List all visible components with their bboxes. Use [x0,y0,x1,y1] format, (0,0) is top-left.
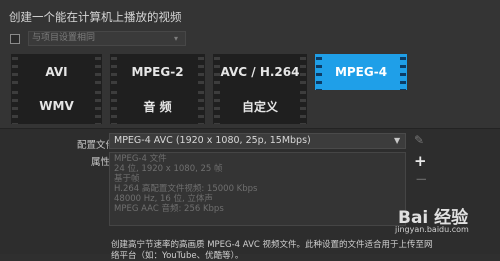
film-strip-icon [95,88,101,124]
format-button-audio[interactable]: 音 频 [110,88,205,124]
film-strip-icon [400,54,406,90]
chevron-down-icon: ▼ [394,136,401,145]
film-strip-icon [316,54,322,90]
attribute-line: MPEG AAC 音频: 256 Kbps [114,204,224,214]
film-strip-icon [111,88,117,124]
film-strip-icon [12,88,18,124]
page-title: 创建一个能在计算机上播放的视频 [9,10,182,24]
format-button-custom[interactable]: 自定义 [213,88,307,124]
film-strip-icon [214,88,220,124]
format-button-mpeg4[interactable]: MPEG-4 [315,54,407,90]
minus-icon[interactable]: − [415,170,428,188]
plus-icon[interactable]: + [414,152,427,170]
profile-value: MPEG-4 AVC (1920 x 1080, 25p, 15Mbps) [114,135,311,146]
format-button-wmv[interactable]: WMV [11,88,102,124]
film-strip-icon [198,88,204,124]
format-button-avi[interactable]: AVI [11,54,102,90]
film-strip-icon [214,54,220,90]
film-strip-icon [95,54,101,90]
chevron-down-icon: ▾ [174,34,179,43]
format-label: AVC / H.264 [220,65,300,79]
film-strip-icon [198,54,204,90]
film-strip-icon [300,54,306,90]
film-strip-icon [300,88,306,124]
format-label: MPEG-4 [334,65,388,79]
format-label: AVI [45,65,68,79]
format-label: 音 频 [143,99,172,114]
description-text: 络平台（如：YouTube、优酷等）。 [111,251,244,261]
format-button-mpeg2[interactable]: MPEG-2 [110,54,205,90]
same-as-project-label: 与项目设置相同 [32,33,96,43]
film-strip-icon [12,54,18,90]
format-label: MPEG-2 [131,65,184,79]
format-label: 自定义 [241,99,278,114]
format-label: WMV [39,99,74,113]
format-button-avc-h264[interactable]: AVC / H.264 [213,54,307,90]
pencil-icon[interactable]: ✎ [414,133,428,149]
baidu-watermark-url: jingyan.baidu.com [395,225,469,234]
same-as-project-checkbox[interactable] [10,34,20,44]
film-strip-icon [111,54,117,90]
